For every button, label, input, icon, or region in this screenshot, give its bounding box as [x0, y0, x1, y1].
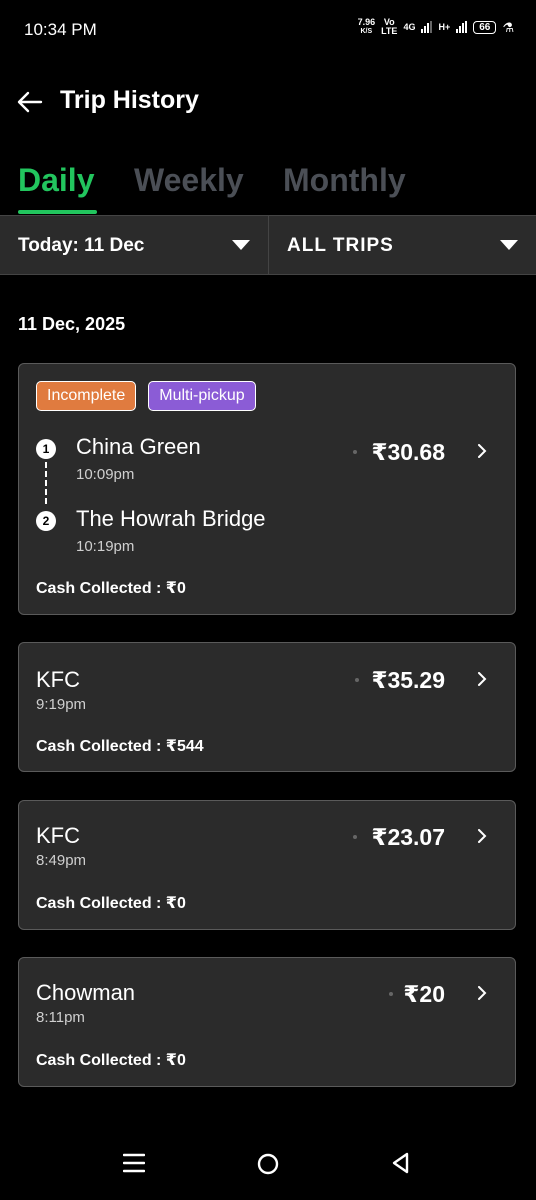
cash-collected: Cash Collected : ₹544: [36, 738, 204, 755]
trip-card[interactable]: Chowman 8:11pm ₹20 Cash Collected : ₹0: [18, 957, 516, 1087]
trip-time: 9:19pm: [36, 696, 87, 713]
network-speed-unit: K/S: [360, 28, 373, 35]
trip-fare: ₹30.68: [371, 439, 445, 465]
network-type-1: 4G: [403, 21, 416, 32]
trip-card[interactable]: KFC 9:19pm ₹35.29 Cash Collected : ₹544: [18, 642, 516, 772]
menu-icon[interactable]: [123, 1152, 145, 1174]
trip-place: KFC: [36, 667, 80, 692]
volte-bottom: LTE: [381, 26, 398, 36]
fare-dot: [389, 992, 393, 996]
stop-number-icon: 2: [36, 511, 56, 531]
active-tab-indicator: [18, 210, 97, 214]
cash-collected: Cash Collected : ₹0: [36, 580, 186, 597]
tab-weekly[interactable]: Weekly: [134, 162, 244, 199]
system-nav-bar: [0, 1130, 536, 1200]
trip-card[interactable]: KFC 8:49pm ₹23.07 Cash Collected : ₹0: [18, 800, 516, 930]
fare-dot: [353, 835, 357, 839]
chevron-right-icon: [478, 986, 487, 1000]
filter-bar: Today: 11 Dec ALL TRIPS: [0, 215, 536, 275]
trips-filter-dropdown[interactable]: ALL TRIPS: [269, 216, 536, 274]
trip-fare: ₹20: [403, 981, 445, 1007]
volte-icon: Vo LTE: [381, 18, 397, 36]
stop-time: 10:19pm: [76, 538, 135, 555]
status-icons: 7.96 K/S Vo LTE 4G H+ 66 ⚗: [358, 18, 514, 36]
route-connector: [45, 462, 47, 504]
trip-place: KFC: [36, 823, 80, 848]
flask-icon: ⚗: [502, 19, 514, 35]
network-speed: 7.96 K/S: [358, 18, 376, 36]
caret-down-icon: [232, 240, 250, 250]
chevron-right-icon: [478, 829, 487, 843]
network-speed-value: 7.96: [357, 17, 376, 27]
status-badge-multi-pickup: Multi-pickup: [148, 381, 256, 411]
chevron-right-icon: [478, 672, 487, 686]
period-tabs: Daily Weekly Monthly: [0, 160, 536, 216]
cash-collected: Cash Collected : ₹0: [36, 1052, 186, 1069]
stop-number-icon: 1: [36, 439, 56, 459]
date-heading: 11 Dec, 2025: [18, 314, 126, 334]
stop-time: 10:09pm: [76, 466, 135, 483]
network-type-2: H+: [438, 21, 451, 32]
date-filter-label: Today: 11 Dec: [18, 235, 145, 256]
circle-icon[interactable]: [256, 1152, 280, 1176]
stop-name: China Green: [76, 434, 201, 459]
header: Trip History: [0, 80, 536, 128]
cash-collected: Cash Collected : ₹0: [36, 895, 186, 912]
trip-fare: ₹35.29: [371, 667, 445, 693]
status-time: 10:34 PM: [24, 20, 97, 39]
arrow-left-icon[interactable]: [16, 88, 44, 116]
trip-fare: ₹23.07: [371, 824, 445, 850]
signal-icon: [421, 21, 433, 33]
status-badge-incomplete: Incomplete: [36, 381, 137, 411]
trip-card[interactable]: Incomplete Multi-pickup 1 China Green 10…: [18, 363, 516, 615]
trip-time: 8:11pm: [36, 1009, 85, 1026]
signal-icon-2: [456, 21, 468, 33]
trips-filter-label: ALL TRIPS: [287, 235, 394, 256]
stop-name: The Howrah Bridge: [76, 506, 266, 531]
battery-icon: 66: [473, 20, 497, 34]
fare-dot: [355, 678, 359, 682]
caret-down-icon: [500, 240, 518, 250]
date-filter-dropdown[interactable]: Today: 11 Dec: [0, 216, 269, 274]
tab-daily[interactable]: Daily: [18, 162, 94, 199]
trip-place: Chowman: [36, 980, 136, 1005]
chevron-right-icon: [478, 444, 487, 458]
triangle-back-icon[interactable]: [390, 1152, 412, 1174]
status-bar: 10:34 PM 7.96 K/S Vo LTE 4G H+ 66 ⚗: [0, 0, 536, 60]
trip-time: 8:49pm: [36, 852, 87, 869]
page-title: Trip History: [60, 86, 199, 114]
trip-badges: Incomplete Multi-pickup: [36, 381, 256, 411]
tab-monthly[interactable]: Monthly: [283, 162, 406, 199]
fare-dot: [353, 450, 357, 454]
